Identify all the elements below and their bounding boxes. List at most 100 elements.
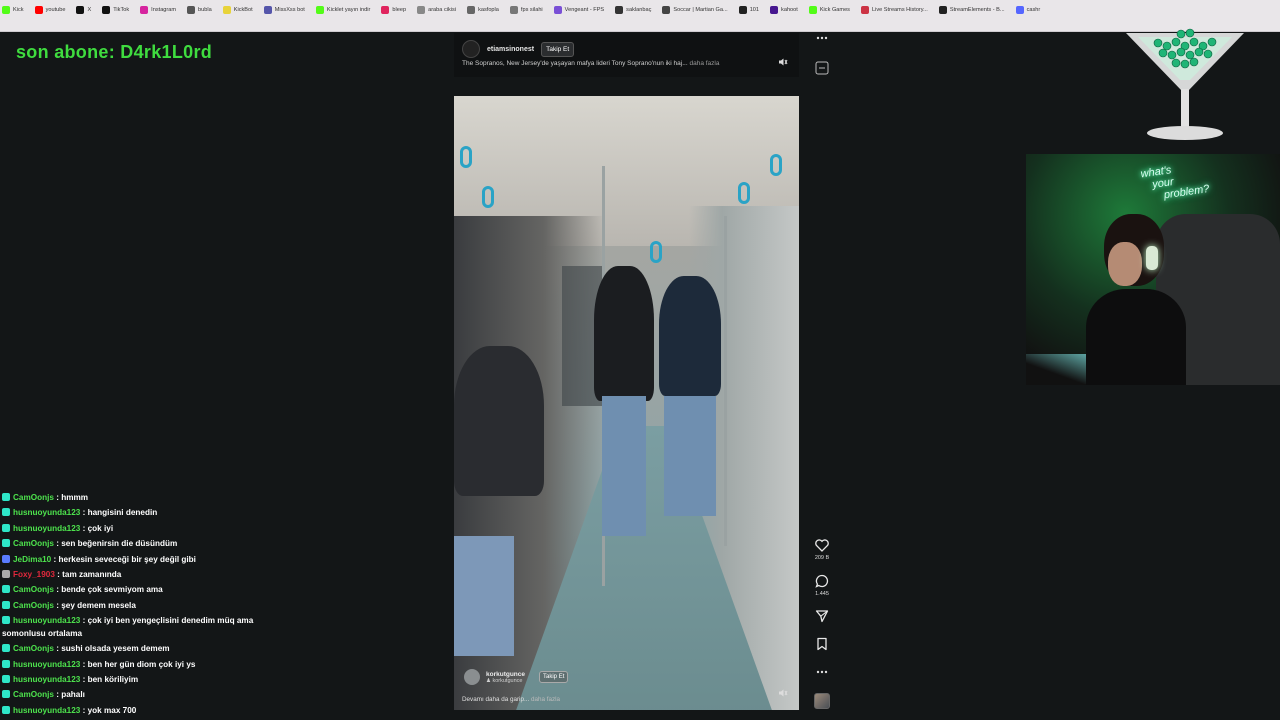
chat-badge-icon [2,539,10,548]
chat-text: çok iyi [87,523,114,533]
audio-thumbnail[interactable] [810,693,834,709]
chat-badge-icon [2,705,10,714]
chat-badge-icon [2,493,10,501]
chat-text: sushi olsada yesem demem [61,644,170,654]
footer-mute-icon[interactable] [776,686,790,700]
bookmark-item[interactable]: saklanbaç [613,6,651,14]
bookmark-item[interactable]: TikTok [100,6,129,14]
save-button[interactable] [810,637,834,651]
streamer-body [1086,289,1186,385]
bookmark-label: TikTok [113,7,130,13]
like-button[interactable]: 209 B [810,539,834,561]
footer-caption[interactable]: Devamı daha da garip... daha fazla [462,696,560,703]
chat-username[interactable]: husnuoyunda123 [13,706,80,715]
footer-handle-text: korkutgunce [492,677,523,684]
bookmark-item[interactable]: kasfopla [465,6,499,14]
bookmark-item[interactable]: bleep [379,6,406,14]
bookmark-label: Kick [13,7,24,13]
bookmark-item[interactable]: kahoot [768,6,798,14]
comment-button[interactable]: 1.445 [810,574,834,597]
heart-icon [815,539,829,552]
bookmark-item[interactable]: KickBot [221,6,253,14]
bookmark-label: kasfopla [478,7,499,13]
chat-text: bende çok sevmiyom ama [61,585,163,595]
bookmark-item[interactable]: bubla [185,6,212,14]
bookmark-item[interactable]: araba cikisi [415,6,456,14]
chat-username[interactable]: CamOonjs [13,601,54,610]
video-frame[interactable] [454,96,799,710]
bookmark-item[interactable]: youtube [33,6,65,14]
chat-message: husnuoyunda123 : çok iyi ben yengeçlisin… [2,613,272,641]
chat-username[interactable]: Foxy_1903 [13,570,55,579]
bookmark-item[interactable]: MissXss bot [262,6,305,14]
footer-follow-button[interactable]: Takip Et [539,671,569,683]
bookmark-item[interactable]: X [74,6,91,14]
chat-username[interactable]: husnuoyunda123 [13,508,80,517]
minimize-icon[interactable] [810,61,834,75]
share-button[interactable] [810,609,834,623]
bookmark-item[interactable]: Kick Games [807,6,850,14]
chat-username[interactable]: husnuoyunda123 [13,660,80,669]
bookmark-item[interactable]: fps silahi [508,6,543,14]
top-more-icon[interactable] [810,35,834,41]
chat-username[interactable]: husnuoyunda123 [13,675,80,684]
more-options-icon[interactable] [810,669,834,675]
chat-message: husnuoyunda123 : yok max 700 [2,703,272,718]
footer-avatar[interactable] [464,669,480,685]
chat-username[interactable]: CamOonjs [13,644,54,653]
footer-account-name[interactable]: korkutgunce [486,671,525,678]
header-account-name[interactable]: etiamsinonest [487,46,534,53]
header-mute-icon[interactable] [776,55,790,69]
chat-separator: : [80,616,88,626]
footer-caption-more[interactable]: daha fazla [531,696,560,703]
chat-message: CamOonjs : hmmm [2,490,272,505]
reel-container: etiamsinonest Takip Et The Sopranos, New… [454,33,799,720]
chat-username[interactable]: JeDima10 [13,555,51,564]
chat-separator: : [80,659,88,669]
chat-username[interactable]: CamOonjs [13,493,54,502]
bookmark-item[interactable]: Kick [0,6,24,14]
chat-text: şey demem mesela [61,600,136,610]
bookmark-label: Kicklet yayın indir [326,7,371,13]
header-caption-more[interactable]: daha fazla [689,60,719,67]
bookmark-item[interactable]: cashr [1014,6,1040,14]
chat-text: hangisini denedin [87,508,158,518]
chat-text: hmmm [61,493,89,502]
bookmark-label: bleep [392,7,407,13]
person-left [594,266,654,401]
bookmark-item[interactable]: Live Streams History... [859,6,928,14]
person-left-legs [602,396,646,536]
chat-username[interactable]: husnuoyunda123 [13,524,80,533]
bookmark-item[interactable]: StreamElements - B... [937,6,1005,14]
hand-strap [738,182,750,204]
bookmark-item[interactable]: Instagram [138,6,176,14]
bookmark-favicon-icon [102,6,111,14]
user-icon: ♟ [486,677,491,684]
bookmark-label: fps silahi [520,7,543,13]
header-avatar[interactable] [462,40,480,58]
bookmark-favicon-icon [662,6,671,14]
chat-username[interactable]: husnuoyunda123 [13,616,80,625]
chat-username[interactable]: CamOonjs [13,585,54,594]
chat-username[interactable]: CamOonjs [13,690,54,699]
bookmark-item[interactable]: Vengeant - FPS [552,6,604,14]
bookmark-favicon-icon [738,6,747,14]
chat-separator: : [80,523,88,533]
header-caption[interactable]: The Sopranos, New Jersey'de yaşayan mafy… [462,60,719,67]
chat-username[interactable]: CamOonjs [13,539,54,548]
bookmark-favicon-icon [76,6,85,14]
chat-message: Foxy_1903 : tam zamanında [2,567,272,582]
bookmark-item[interactable]: 101 [737,6,759,14]
chat-text: tam zamanında [62,570,122,580]
bookmark-item[interactable]: Soccar | Martian Ga... [660,6,728,14]
chat-badge-icon [2,675,10,684]
webcam-feed: what's your problem? [1026,154,1280,385]
chat-badge-icon [2,523,10,532]
bookmark-label: X [87,7,92,13]
bookmark-label: Soccar | Martian Ga... [673,7,728,13]
header-follow-button[interactable]: Takip Et [541,41,575,57]
bookmark-item[interactable]: Kicklet yayın indir [314,6,371,14]
bookmark-favicon-icon [140,6,149,14]
chat-separator: : [51,554,59,564]
bookmarks-bar: Kick youtube X TikTok Instagram bubla KickBot M… [0,0,1280,32]
